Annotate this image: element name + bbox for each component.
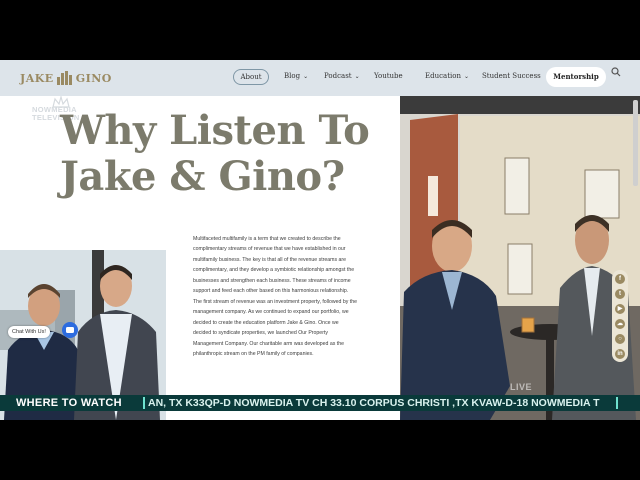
news-ticker: WHERE TO WATCH AN, TX K33QP-D NOWMEDIA T… (0, 395, 640, 411)
nav-youtube-link[interactable]: Youtube (374, 72, 403, 80)
chevron-down-icon: ⌄ (354, 73, 360, 80)
page-title: Why Listen To Jake & Gino? (60, 108, 390, 200)
ticker-text: AN, TX K33QP-D NOWMEDIA TV CH 33.10 CORP… (148, 397, 600, 409)
ticker-label: WHERE TO WATCH (16, 397, 122, 409)
soundcloud-icon[interactable]: ☁ (615, 319, 625, 329)
chat-launcher-button[interactable] (62, 322, 78, 338)
headline-line-1: Why Listen To (60, 107, 370, 154)
nav-youtube-label: Youtube (374, 72, 403, 80)
scrollbar-thumb[interactable] (633, 100, 638, 186)
instagram-icon[interactable]: ○ (615, 334, 625, 344)
facebook-icon[interactable]: f (615, 274, 625, 284)
about-paragraph: Multifaceted multifamily is a term that … (193, 236, 357, 357)
chevron-down-icon: ⌄ (303, 73, 309, 80)
ticker-separator (143, 397, 145, 409)
mentorship-button[interactable]: Mentorship (546, 67, 606, 87)
nav-student-success-label: Student Success (482, 72, 541, 80)
chevron-down-icon: ⌄ (463, 73, 469, 80)
browser-viewport: JAKE GINO About Blog ⌄ Podcast ⌄ Youtube E… (0, 60, 640, 420)
nav-education-label: Education (425, 72, 461, 80)
nav-blog-label: Blog (284, 72, 301, 80)
ticker-separator-end (616, 397, 618, 409)
site-header: JAKE GINO About Blog ⌄ Podcast ⌄ Youtube E… (0, 60, 640, 96)
chat-widget-label[interactable]: Chat With Us! (8, 326, 50, 338)
building-logo-icon (56, 71, 72, 85)
brand-logo[interactable]: JAKE GINO (20, 70, 112, 86)
chat-bubble-icon (66, 327, 74, 333)
twitter-icon[interactable]: t (615, 289, 625, 299)
social-links-bar: f t ▶ ☁ ○ in (612, 270, 628, 362)
hosts-table-photo (400, 96, 640, 420)
mentorship-label: Mentorship (553, 72, 599, 81)
logo-text-right: GINO (75, 71, 112, 85)
linkedin-icon[interactable]: in (615, 349, 625, 359)
nav-education-link[interactable]: Education ⌄ (425, 72, 469, 80)
nav-blog-link[interactable]: Blog ⌄ (284, 72, 308, 80)
live-bug: LIVE (510, 382, 533, 392)
nav-about-label: About (240, 73, 262, 81)
logo-text-left: JAKE (20, 71, 54, 85)
headline-line-2: Jake & Gino? (60, 153, 345, 200)
nav-podcast-label: Podcast (324, 72, 352, 80)
nav-about-link[interactable]: About (233, 69, 269, 85)
youtube-icon[interactable]: ▶ (615, 304, 625, 314)
nav-podcast-link[interactable]: Podcast ⌄ (324, 72, 360, 80)
search-icon[interactable] (611, 67, 621, 77)
nav-student-success-link[interactable]: Student Success (482, 72, 541, 80)
